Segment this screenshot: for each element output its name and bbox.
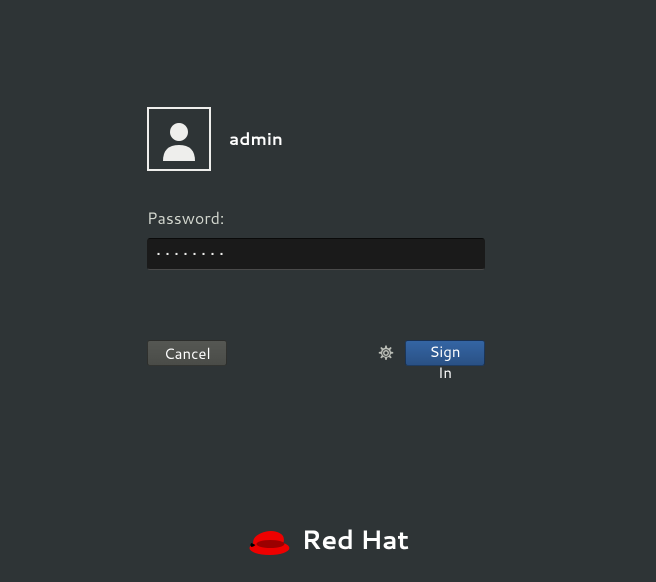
redhat-icon — [247, 523, 291, 557]
login-panel: admin Password: — [147, 107, 485, 270]
gear-icon[interactable] — [377, 344, 395, 362]
signin-button[interactable]: Sign In — [405, 340, 485, 366]
vendor-logo: Red Hat — [247, 522, 408, 558]
password-input[interactable] — [147, 238, 485, 270]
signin-group: Sign In — [377, 340, 485, 366]
vendor-name: Red Hat — [301, 522, 408, 558]
username-label: admin — [229, 127, 283, 151]
password-label: Password: — [147, 207, 485, 230]
avatar — [147, 107, 211, 171]
cancel-button[interactable]: Cancel — [147, 340, 227, 366]
button-row: Cancel Sign In — [147, 340, 485, 366]
user-icon — [155, 115, 203, 163]
user-row: admin — [147, 107, 485, 171]
